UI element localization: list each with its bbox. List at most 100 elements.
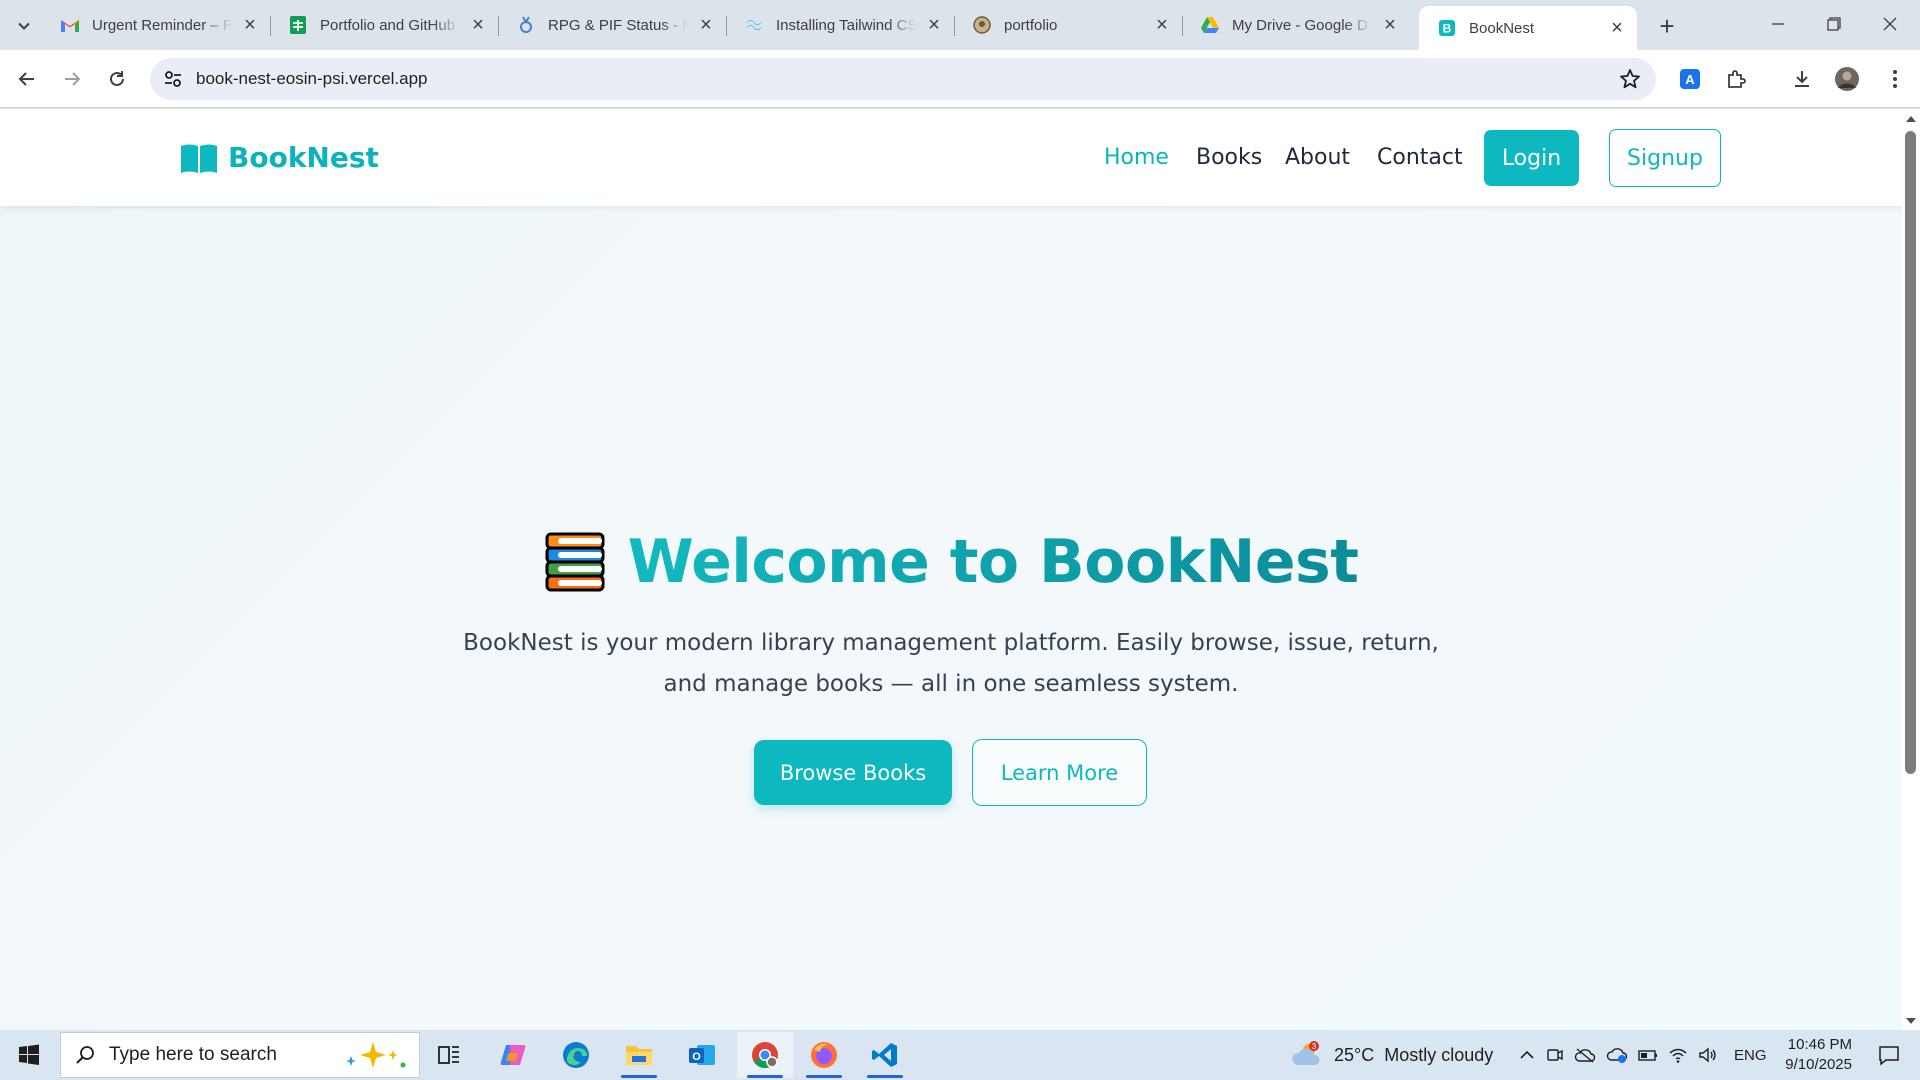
running-indicator: [621, 1075, 657, 1078]
vscode-app[interactable]: [857, 1032, 913, 1078]
weather-widget[interactable]: 3 25°C Mostly cloudy: [1290, 1030, 1493, 1080]
tab-rpg[interactable]: RPG & PIF Status - M ×: [498, 6, 727, 44]
site-info-icon[interactable]: [162, 68, 184, 90]
browser-toolbar: book-nest-eosin-psi.vercel.app A: [0, 50, 1920, 108]
tab-search-button[interactable]: [9, 11, 39, 41]
minimize-button[interactable]: [1750, 0, 1806, 48]
tab-title: Portfolio and GitHub: [320, 16, 456, 34]
clock-time: 10:46 PM: [1787, 1036, 1852, 1053]
tab-title: portfolio: [1004, 16, 1058, 34]
nav-contact-link[interactable]: Contact: [1377, 145, 1463, 170]
arrow-left-icon: [18, 72, 34, 86]
copilot-icon: [500, 1045, 526, 1065]
windows-taskbar: Type here to search O 3 25°C Mostly clou…: [0, 1030, 1920, 1080]
close-icon[interactable]: ×: [1380, 14, 1400, 36]
sheets-icon: [288, 15, 308, 35]
cloudy-weather-icon: 3: [1292, 1041, 1320, 1065]
tab-sheets[interactable]: Portfolio and GitHub ×: [270, 6, 499, 44]
learn-more-button[interactable]: Learn More: [972, 739, 1147, 806]
taskbar-search-box[interactable]: Type here to search: [60, 1032, 420, 1078]
file-explorer-app[interactable]: [611, 1032, 667, 1078]
back-button[interactable]: [11, 63, 43, 95]
meet-now-icon[interactable]: [1546, 1046, 1564, 1064]
page-scrollbar[interactable]: [1902, 109, 1920, 1030]
notifications-button[interactable]: [1864, 1032, 1914, 1078]
signup-button[interactable]: Signup: [1609, 129, 1721, 187]
task-view-button[interactable]: [421, 1032, 477, 1078]
reload-icon: [110, 71, 124, 86]
svg-text:A: A: [1685, 72, 1695, 87]
clock-date: 9/10/2025: [1785, 1056, 1852, 1073]
reload-button[interactable]: [101, 63, 133, 95]
tab-tailwind[interactable]: Installing Tailwind CS ×: [726, 6, 955, 44]
tab-gmail[interactable]: Urgent Reminder – R ×: [42, 6, 271, 44]
tab-booknest[interactable]: B BookNest ×: [1419, 6, 1637, 50]
firefox-app[interactable]: [796, 1032, 852, 1078]
browser-tab-strip: Urgent Reminder – R × Portfolio and GitH…: [0, 0, 1920, 50]
vscode-icon: [872, 1043, 897, 1067]
close-window-button[interactable]: [1862, 0, 1918, 48]
restore-icon: [1827, 17, 1841, 31]
tab-portfolio[interactable]: portfolio ×: [954, 6, 1183, 44]
extensions-puzzle-icon[interactable]: [1721, 64, 1751, 94]
close-icon[interactable]: ×: [468, 14, 488, 36]
svg-text:O: O: [692, 1051, 701, 1063]
onedrive-sync-icon[interactable]: [1606, 1046, 1628, 1064]
restore-button[interactable]: [1806, 0, 1862, 48]
close-icon[interactable]: ×: [696, 14, 716, 36]
nav-home-link[interactable]: Home: [1104, 145, 1169, 170]
weather-temperature: 25°C: [1334, 1044, 1375, 1065]
volume-icon[interactable]: [1698, 1046, 1718, 1064]
close-icon[interactable]: ×: [924, 14, 944, 36]
search-icon: [76, 1046, 94, 1064]
bookmark-star-icon[interactable]: [1618, 67, 1642, 91]
onedrive-icon[interactable]: [1574, 1046, 1596, 1064]
downloads-icon[interactable]: [1787, 64, 1817, 94]
weather-description: Mostly cloudy: [1384, 1044, 1494, 1065]
running-indicator: [867, 1075, 903, 1078]
brand-logo[interactable]: BookNest: [180, 141, 379, 174]
wifi-icon[interactable]: [1668, 1046, 1688, 1064]
tailwind-icon: [744, 15, 764, 35]
tab-drive[interactable]: My Drive - Google D ×: [1182, 6, 1410, 44]
profile-avatar[interactable]: [1832, 64, 1862, 94]
system-clock[interactable]: 10:46 PM 9/10/2025: [1762, 1035, 1852, 1075]
forward-button[interactable]: [56, 63, 88, 95]
browser-menu-icon[interactable]: [1880, 64, 1910, 94]
page-viewport: BookNest Home Books About Contact Login …: [0, 109, 1902, 1030]
nav-about-link[interactable]: About: [1285, 145, 1350, 170]
tab-title: Installing Tailwind CS: [776, 16, 916, 34]
new-tab-button[interactable]: +: [1651, 10, 1683, 42]
scroll-down-arrow-icon[interactable]: [1906, 1018, 1916, 1024]
hero-description: BookNest is your modern library manageme…: [463, 630, 1439, 697]
address-bar[interactable]: book-nest-eosin-psi.vercel.app: [150, 58, 1656, 100]
books-stack-icon: [545, 532, 605, 592]
copilot-app[interactable]: [485, 1032, 541, 1078]
chevron-up-icon[interactable]: [1518, 1046, 1536, 1064]
open-book-icon: [181, 144, 217, 173]
scroll-up-arrow-icon[interactable]: [1906, 116, 1916, 122]
system-tray: ENG: [1518, 1030, 1767, 1080]
start-button[interactable]: [0, 1030, 58, 1080]
login-button[interactable]: Login: [1484, 130, 1579, 186]
arrow-right-icon: [65, 72, 81, 86]
gmail-icon: [60, 15, 80, 35]
copilot-sparkle-icon: [346, 1042, 406, 1068]
tab-title: My Drive - Google D: [1232, 16, 1368, 34]
portfolio-icon: [972, 15, 992, 35]
battery-icon[interactable]: [1638, 1046, 1658, 1064]
running-indicator: [747, 1075, 783, 1078]
browse-books-button[interactable]: Browse Books: [754, 740, 952, 805]
edge-app[interactable]: [548, 1032, 604, 1078]
close-icon[interactable]: ×: [240, 14, 260, 36]
minimize-icon: [1772, 23, 1784, 25]
close-icon[interactable]: ×: [1152, 14, 1172, 36]
close-icon[interactable]: ×: [1607, 17, 1627, 39]
outlook-app[interactable]: O: [674, 1032, 730, 1078]
rpg-icon: [516, 15, 536, 35]
nav-books-link[interactable]: Books: [1196, 145, 1262, 170]
tab-title: Urgent Reminder – R: [92, 16, 232, 34]
scrollbar-thumb[interactable]: [1905, 131, 1916, 774]
chrome-app[interactable]: [737, 1032, 793, 1078]
translate-extension-icon[interactable]: A: [1675, 64, 1705, 94]
